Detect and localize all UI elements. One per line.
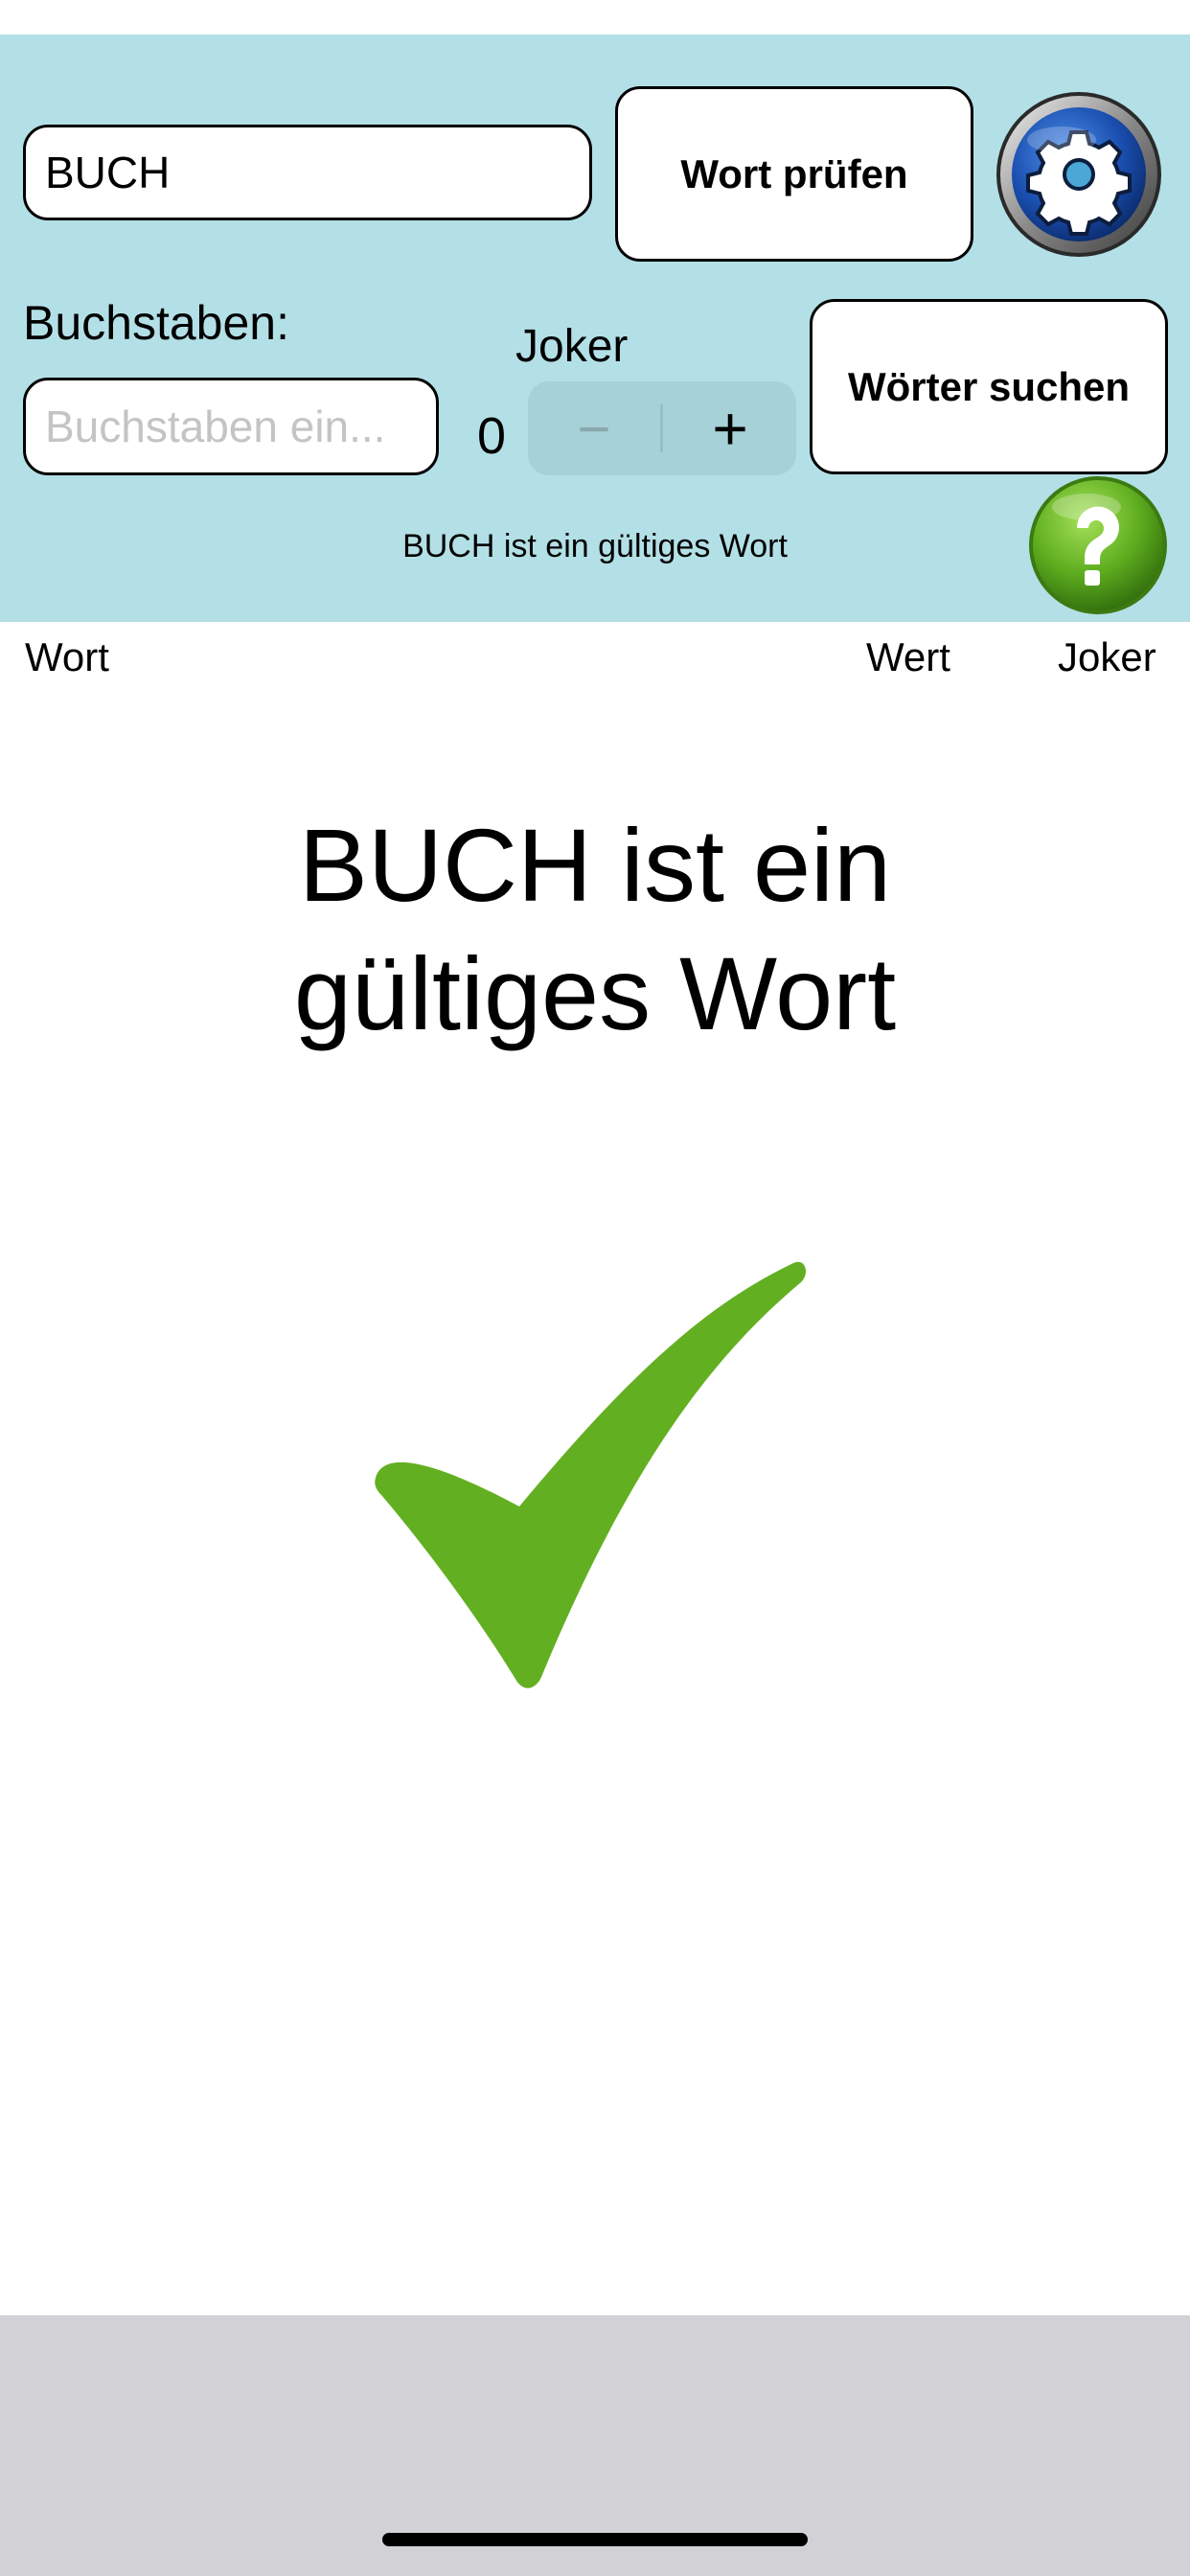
- home-indicator[interactable]: [382, 2533, 808, 2546]
- letters-input[interactable]: Buchstaben ein...: [23, 378, 439, 475]
- check-word-button[interactable]: Wort prüfen: [615, 86, 973, 262]
- joker-count: 0: [477, 407, 507, 465]
- column-header-joker: Joker: [1058, 634, 1156, 679]
- question-mark-icon: [1029, 476, 1167, 614]
- status-bar-area: [0, 0, 1190, 34]
- result-message: BUCH ist ein gültiges Wort: [192, 801, 998, 1058]
- column-header-value: Wert: [866, 634, 950, 679]
- settings-button[interactable]: [995, 90, 1163, 259]
- stepper-divider: [660, 404, 663, 452]
- joker-label: Joker: [515, 321, 629, 372]
- search-words-button[interactable]: Wörter suchen: [810, 299, 1168, 474]
- joker-increment-button[interactable]: +: [664, 381, 796, 475]
- result-line-1: BUCH ist ein: [298, 807, 892, 923]
- result-line-2: gültiges Wort: [293, 935, 897, 1051]
- gear-icon: [996, 92, 1161, 257]
- joker-decrement-button[interactable]: −: [528, 381, 660, 475]
- joker-stepper[interactable]: − +: [528, 381, 796, 475]
- word-input[interactable]: BUCH: [23, 125, 592, 220]
- status-message: BUCH ist ein gültiges Wort: [402, 528, 788, 564]
- letters-label: Buchstaben:: [23, 296, 289, 350]
- column-header-word: Wort: [25, 634, 109, 679]
- checkmark-icon: [374, 1255, 824, 1706]
- help-button[interactable]: [1027, 474, 1169, 616]
